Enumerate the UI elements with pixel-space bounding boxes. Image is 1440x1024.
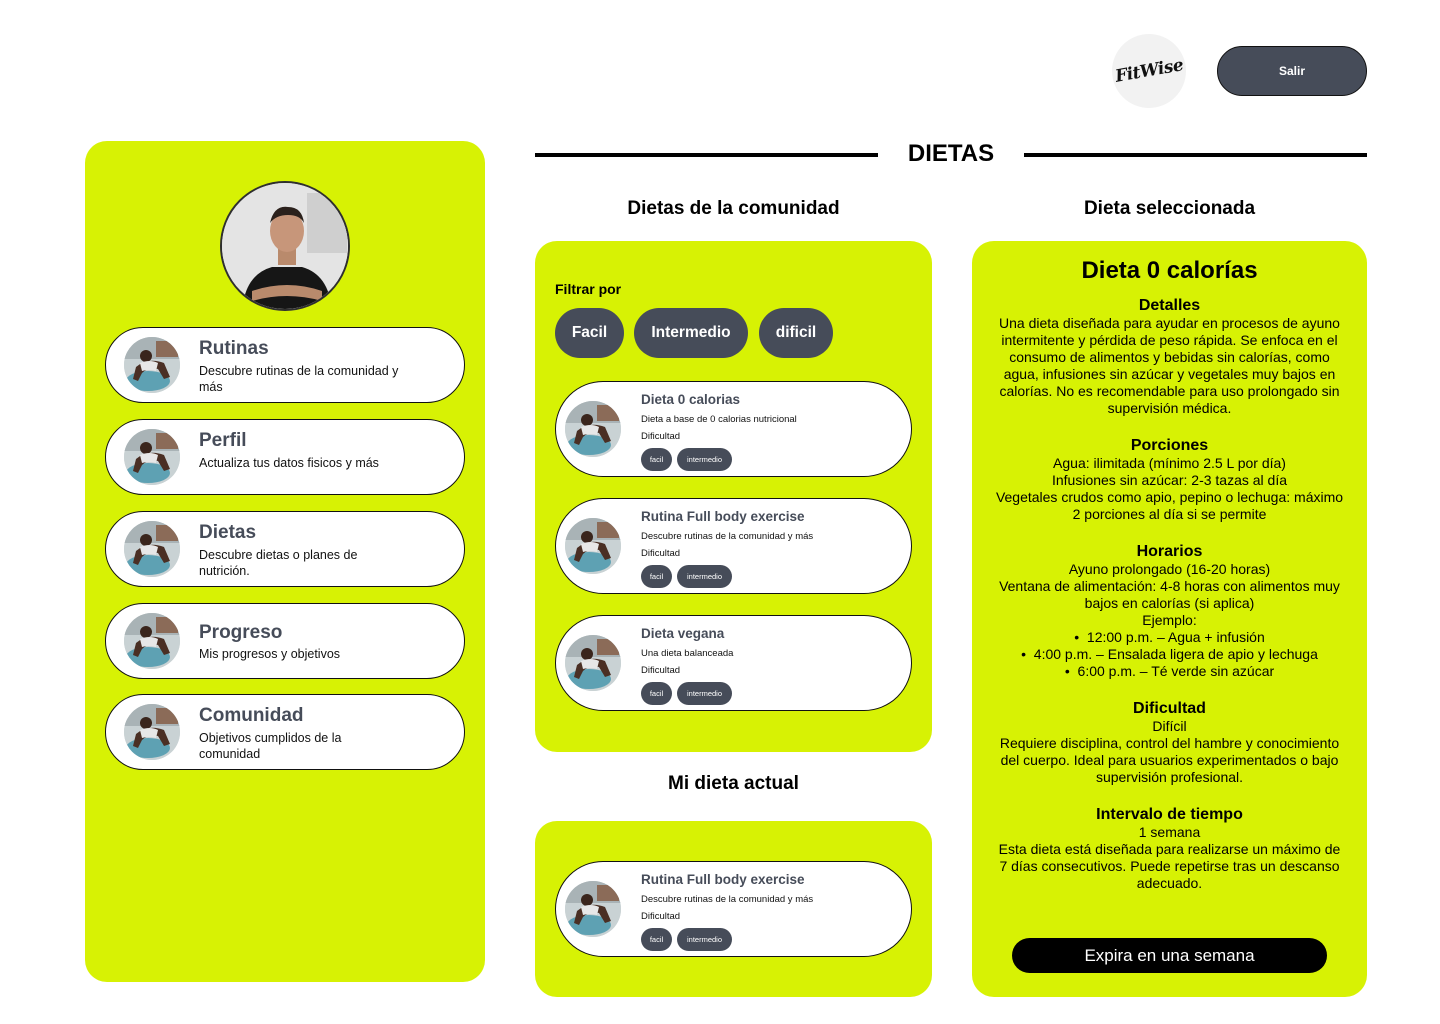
tag-intermedio[interactable]: intermedio [677, 928, 732, 951]
diet-card-desc: Una dieta balanceada [641, 648, 734, 659]
sidebar-item-rutinas[interactable]: Rutinas Descubre rutinas de la comunidad… [105, 327, 465, 403]
diet-card-desc: Descubre rutinas de la comunidad y más [641, 531, 814, 542]
sidebar-item-desc: Objetivos cumplidos de la comunidad [199, 731, 342, 761]
current-diet-card[interactable]: Rutina Full body exercise Descubre rutin… [555, 861, 912, 957]
sidebar-item-progreso[interactable]: Progreso Mis progresos y objetivos [105, 603, 465, 679]
sidebar-item-title: Progreso [199, 622, 283, 643]
fitwise-logo: FitWise [1112, 34, 1186, 108]
tag-facil[interactable]: facil [641, 565, 672, 588]
filter-label: Filtrar por [555, 281, 622, 297]
diet-card-title: Rutina Full body exercise [641, 509, 805, 524]
diet-card-difficulty-label: Dificultad [641, 665, 681, 676]
comunidad-thumbnail [124, 704, 180, 760]
tag-facil[interactable]: facil [641, 928, 672, 951]
tag-facil[interactable]: facil [641, 448, 672, 471]
diet-card[interactable]: Dieta 0 calorias Dieta a base de 0 calor… [555, 381, 912, 477]
difficulty-heading: Dificultad [1133, 700, 1206, 717]
sidebar-item-desc: Descubre dietas o planes de nutrición. [199, 548, 358, 578]
diet-thumbnail [565, 401, 621, 457]
filter-intermedio-button[interactable]: Intermedio [634, 308, 748, 358]
sidebar-item-title: Dietas [199, 522, 257, 543]
sidebar-item-comunidad[interactable]: Comunidad Objetivos cumplidos de la comu… [105, 694, 465, 770]
rutinas-thumbnail [124, 337, 180, 393]
diet-card-title: Rutina Full body exercise [641, 872, 805, 887]
schedule-item: 6:00 p.m. – Té verde sin azúcar [994, 663, 1345, 680]
selected-diet-details: Detalles Una dieta diseñada para ayudar … [994, 297, 1345, 892]
portion-line: Agua: ilimitada (mínimo 2.5 L por día) [1053, 455, 1286, 471]
logo-text: FitWise [1113, 55, 1185, 87]
details-text: Una dieta diseñada para ayudar en proces… [999, 315, 1340, 416]
portions-heading: Porciones [1130, 437, 1209, 454]
selected-diet-panel: Dieta 0 calorías Detalles Una dieta dise… [972, 241, 1367, 997]
schedule-list: 12:00 p.m. – Agua + infusión 4:00 p.m. –… [994, 629, 1345, 680]
sidebar-item-perfil[interactable]: Perfil Actualiza tus datos fisicos y más [105, 419, 465, 495]
interval-heading: Intervalo de tiempo [1096, 806, 1243, 823]
diet-card-desc: Dieta a base de 0 calorias nutricional [641, 414, 797, 425]
filter-dificil-button[interactable]: dificil [759, 308, 833, 358]
current-diet-panel: Rutina Full body exercise Descubre rutin… [535, 821, 932, 997]
difficulty-text: Requiere disciplina, control del hambre … [999, 735, 1340, 785]
tag-intermedio[interactable]: intermedio [677, 682, 732, 705]
title-divider-right [1024, 153, 1367, 157]
diet-card-difficulty-label: Dificultad [641, 911, 681, 922]
logout-button[interactable]: Salir [1217, 46, 1367, 96]
progreso-thumbnail [124, 613, 180, 669]
tag-facil[interactable]: facil [641, 682, 672, 705]
sidebar-item-desc: Descubre rutinas de la comunidad y más [199, 364, 399, 394]
diet-thumbnail [565, 881, 621, 937]
diet-card[interactable]: Rutina Full body exercise Descubre rutin… [555, 498, 912, 594]
user-photo [222, 183, 348, 309]
community-diets-panel: Filtrar por Facil Intermedio dificil Die… [535, 241, 932, 752]
sidebar-item-title: Perfil [199, 430, 247, 451]
interval-value: 1 semana [1138, 824, 1201, 840]
schedule-line: Ejemplo: [1142, 612, 1197, 628]
sidebar: Rutinas Descubre rutinas de la comunidad… [85, 141, 485, 982]
diet-thumbnail [565, 635, 621, 691]
filter-facil-button[interactable]: Facil [555, 308, 624, 358]
portion-line: Infusiones sin azúcar: 2-3 tazas al día [1051, 472, 1288, 488]
sidebar-item-title: Rutinas [199, 338, 269, 359]
diet-card-desc: Descubre rutinas de la comunidad y más [641, 894, 814, 905]
schedule-heading: Horarios [1136, 543, 1203, 560]
page-title: DIETAS [907, 140, 995, 167]
current-diet-section-title: Mi dieta actual [668, 773, 799, 794]
schedule-line: Ventana de alimentación: 4-8 horas con a… [999, 578, 1340, 611]
selected-diet-name: Dieta 0 calorías [1081, 257, 1258, 284]
portion-line: Vegetales crudos como apio, pepino o lec… [995, 489, 1344, 522]
diet-card[interactable]: Dieta vegana Una dieta balanceada Dificu… [555, 615, 912, 711]
sidebar-item-desc: Actualiza tus datos fisicos y más [199, 456, 379, 470]
diet-card-title: Dieta 0 calorias [641, 392, 741, 407]
community-section-title: Dietas de la comunidad [627, 198, 840, 219]
sidebar-item-title: Comunidad [199, 705, 304, 726]
sidebar-item-desc: Mis progresos y objetivos [199, 647, 341, 661]
diet-card-title: Dieta vegana [641, 626, 725, 641]
diet-card-difficulty-label: Dificultad [641, 431, 681, 442]
details-heading: Detalles [1138, 297, 1201, 314]
difficulty-value: Difícil [1152, 718, 1187, 734]
selected-section-title: Dieta seleccionada [1083, 198, 1256, 219]
dietas-thumbnail [124, 521, 180, 577]
title-divider-left [535, 153, 878, 157]
tag-intermedio[interactable]: intermedio [677, 565, 732, 588]
perfil-thumbnail [124, 429, 180, 485]
tag-intermedio[interactable]: intermedio [677, 448, 732, 471]
diet-thumbnail [565, 518, 621, 574]
schedule-line: Ayuno prolongado (16-20 horas) [1068, 561, 1271, 577]
interval-text: Esta dieta está diseñada para realizarse… [998, 841, 1341, 891]
user-avatar[interactable] [220, 181, 350, 311]
expire-button[interactable]: Expira en una semana [1012, 938, 1327, 973]
sidebar-item-dietas[interactable]: Dietas Descubre dietas o planes de nutri… [105, 511, 465, 587]
schedule-item: 4:00 p.m. – Ensalada ligera de apio y le… [994, 646, 1345, 663]
schedule-item: 12:00 p.m. – Agua + infusión [994, 629, 1345, 646]
diet-card-difficulty-label: Dificultad [641, 548, 681, 559]
